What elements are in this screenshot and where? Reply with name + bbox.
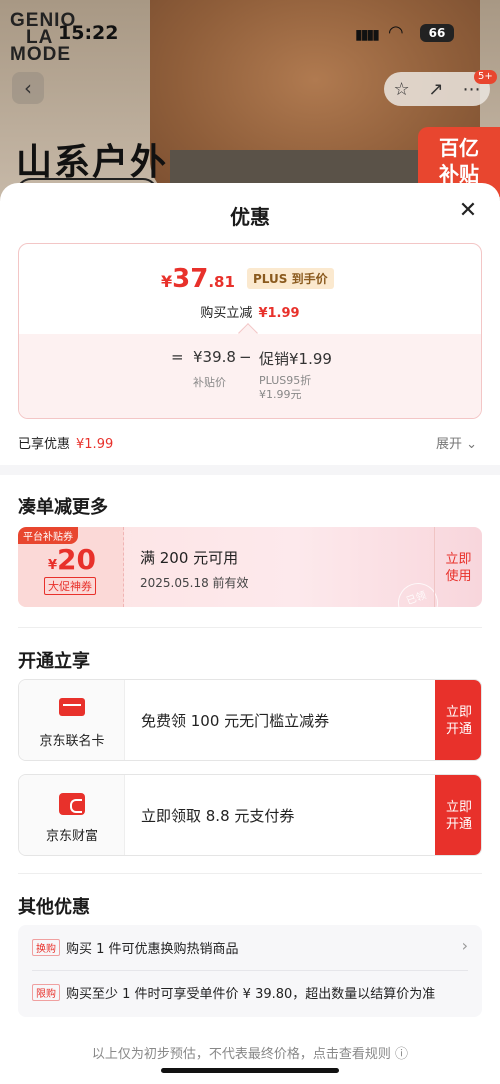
section-divider — [0, 465, 500, 475]
instant-reduce: 购买立减 ¥1.99 — [200, 306, 300, 321]
offer-desc: 立即领取 8.8 元支付券 — [141, 807, 295, 825]
more-section-title: 凑单减更多 — [18, 497, 108, 518]
status-time: 15:22 — [58, 22, 119, 44]
back-button[interactable]: ‹ — [12, 72, 44, 104]
coupon-value: ¥20 — [48, 543, 97, 576]
discount-sheet: 优惠 ✕ ¥37.81 PLUS 到手价 购买立减 ¥1.99 = ¥39.8 −… — [0, 183, 500, 1084]
open-now-button[interactable]: 立即 开通 — [435, 680, 481, 760]
plus-price-tag: PLUS 到手价 — [247, 268, 334, 289]
chevron-right-icon[interactable]: › — [462, 936, 468, 955]
star-icon[interactable]: ☆ — [393, 79, 409, 100]
sheet-title: 优惠 — [230, 205, 270, 229]
battery-icon: 66 — [420, 24, 454, 42]
offer-name: 京东财富 — [45, 829, 98, 844]
coupon-tag: 平台补贴券 — [18, 527, 78, 544]
offer-jd-finance[interactable]: 京东财富 立即领取 8.8 元支付券 立即 开通 — [18, 774, 482, 856]
promo-amount: 促销¥1.99 — [259, 350, 332, 368]
price-card: ¥37.81 PLUS 到手价 购买立减 ¥1.99 = ¥39.8 − 促销¥1… — [18, 243, 482, 419]
other-section-title: 其他优惠 — [18, 897, 90, 918]
offer-joint-card[interactable]: 京东联名卡 免费领 100 元无门槛立减券 立即 开通 — [18, 679, 482, 761]
open-section-title: 开通立享 — [18, 651, 90, 672]
equals-sign: = — [171, 348, 184, 366]
enjoyed-discount: 已享优惠 ¥1.99 — [18, 437, 114, 452]
more-badge: 5+ — [474, 70, 497, 84]
offer-name: 京东联名卡 — [39, 734, 105, 749]
coupon-expiry: 2025.05.18 前有效 — [140, 576, 249, 590]
divider — [18, 873, 482, 874]
promo-label: PLUS95折 ¥1.99元 — [259, 374, 312, 401]
use-coupon-button[interactable]: 立即 使用 — [434, 527, 482, 607]
coupon-condition: 满 200 元可用 — [140, 549, 239, 567]
minus-sign: − — [239, 348, 252, 366]
other-offers: 换购 购买 1 件可优惠换购热销商品 › 限购 购买至少 1 件时可享受单件价 ¥ … — [18, 925, 482, 1017]
signal-icon: ▮▮▮▮ — [355, 27, 380, 43]
offer-label: 换购 — [32, 939, 60, 956]
credit-card-icon — [59, 698, 85, 716]
subsidy-price-label: 补贴价 — [193, 376, 226, 389]
coupon-sub-tag: 大促神券 — [44, 577, 96, 595]
share-icon[interactable]: ↗ — [429, 79, 444, 100]
final-price: ¥37.81 — [161, 264, 235, 294]
status-bar: 15:22 ▮▮▮▮ ◠ 66 — [0, 0, 500, 60]
wallet-icon — [59, 793, 85, 815]
offer-label: 限购 — [32, 984, 60, 1001]
purchase-limit-row: 限购 购买至少 1 件时可享受单件价 ¥ 39.80，超出数量以结算价为准 — [32, 983, 472, 1002]
expand-button[interactable]: 展开 ⌄ — [436, 433, 477, 452]
footer-note[interactable]: 以上仅为初步预估，不代表最终价格，点击查看规则 ⓘ — [0, 1043, 500, 1062]
price-breakdown: = ¥39.8 − 促销¥1.99 补贴价 PLUS95折 ¥1.99元 — [19, 334, 481, 418]
open-now-button[interactable]: 立即 开通 — [435, 775, 481, 855]
home-indicator — [161, 1068, 339, 1073]
wifi-icon: ◠ — [388, 22, 404, 43]
subsidy-price: ¥39.8 — [193, 348, 236, 366]
close-icon[interactable]: ✕ — [456, 199, 480, 223]
offer-desc: 免费领 100 元无门槛立减券 — [141, 712, 330, 730]
divider — [18, 627, 482, 628]
platform-coupon[interactable]: 平台补贴券 ¥20 大促神券 满 200 元可用 2025.05.18 前有效 … — [18, 527, 482, 607]
trade-in-row[interactable]: 换购 购买 1 件可优惠换购热销商品 — [32, 938, 472, 957]
